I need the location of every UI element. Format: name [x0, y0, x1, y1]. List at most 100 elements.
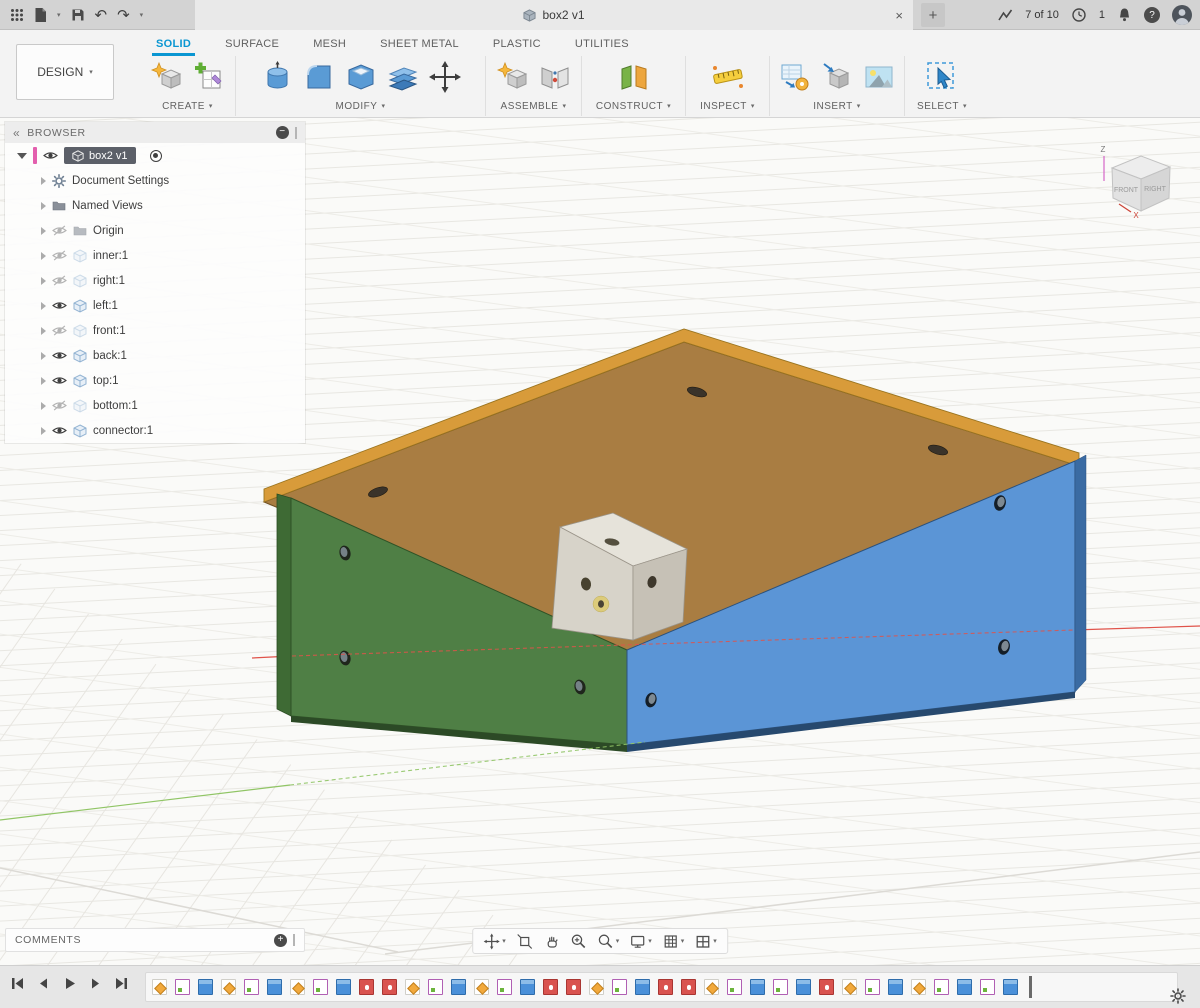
tab-surface[interactable]: SURFACE — [211, 33, 293, 56]
browser-item-right[interactable]: right:1 — [5, 268, 305, 293]
document-tab[interactable]: box2 v1 × — [195, 0, 913, 30]
pan-hand-button[interactable] — [543, 933, 560, 950]
activate-component-radio[interactable] — [150, 150, 162, 162]
app-grid-icon[interactable] — [10, 8, 24, 22]
timeline-item-sketch[interactable] — [865, 979, 880, 995]
expand-arrow-icon[interactable] — [41, 352, 46, 360]
timeline-item-extrude[interactable] — [267, 979, 282, 995]
add-comment-icon[interactable]: + — [274, 934, 287, 947]
move-copy-icon[interactable] — [428, 60, 462, 94]
timeline-feature-strip[interactable] — [145, 972, 1178, 1002]
assemble-new-component-icon[interactable] — [496, 60, 530, 94]
root-document-chip[interactable]: box2 v1 — [64, 147, 136, 164]
notifications-bell-icon[interactable] — [1117, 7, 1132, 23]
visibility-eye-off-icon[interactable] — [52, 400, 67, 411]
insert-derive-icon[interactable] — [778, 60, 812, 94]
timeline-item-sketch[interactable] — [773, 979, 788, 995]
comments-drag-handle[interactable] — [293, 934, 295, 946]
expand-arrow-icon[interactable] — [17, 153, 27, 159]
timeline-item-extrude[interactable] — [520, 979, 535, 995]
help-button[interactable]: ? — [1144, 7, 1160, 23]
timeline-item-hole[interactable] — [819, 979, 834, 995]
visibility-eye-off-icon[interactable] — [52, 250, 67, 261]
timeline-item-sketch[interactable] — [980, 979, 995, 995]
zoom-in-button[interactable] — [570, 933, 587, 950]
tab-plastic[interactable]: PLASTIC — [479, 33, 555, 56]
viewports-button[interactable] — [694, 933, 717, 950]
step-back-button[interactable] — [36, 976, 51, 991]
group-select-label[interactable]: SELECT — [917, 101, 959, 112]
timeline-item-hole[interactable] — [658, 979, 673, 995]
fillet-icon[interactable] — [302, 60, 336, 94]
save-icon[interactable] — [71, 8, 85, 22]
joint-icon[interactable] — [538, 60, 572, 94]
timeline-item-extrude[interactable] — [888, 979, 903, 995]
undo-icon[interactable] — [95, 6, 108, 25]
timeline-item-extrude[interactable] — [750, 979, 765, 995]
expand-arrow-icon[interactable] — [41, 302, 46, 310]
shell-icon[interactable] — [344, 60, 378, 94]
press-pull-icon[interactable] — [260, 60, 294, 94]
grid-display-button[interactable] — [662, 933, 685, 950]
timeline-item-hole[interactable] — [543, 979, 558, 995]
viewcube-right-label[interactable]: RIGHT — [1144, 186, 1167, 193]
visibility-eye-icon[interactable] — [52, 300, 67, 311]
browser-item-bottom[interactable]: bottom:1 — [5, 393, 305, 418]
zoom-window-button[interactable] — [597, 933, 620, 950]
browser-header[interactable]: BROWSER − — [5, 122, 305, 143]
expand-arrow-icon[interactable] — [41, 327, 46, 335]
box-right-panel-end[interactable] — [1075, 455, 1086, 692]
timeline-item-sketch[interactable] — [727, 979, 742, 995]
group-inspect-label[interactable]: INSPECT — [700, 101, 747, 112]
browser-item-top[interactable]: top:1 — [5, 368, 305, 393]
browser-item-connector[interactable]: connector:1 — [5, 418, 305, 443]
group-construct-label[interactable]: CONSTRUCT — [596, 101, 663, 112]
expand-arrow-icon[interactable] — [41, 377, 46, 385]
user-avatar[interactable] — [1172, 5, 1192, 25]
select-cursor-icon[interactable] — [925, 60, 959, 94]
step-forward-button[interactable] — [88, 976, 103, 991]
job-status-icon[interactable] — [998, 8, 1013, 22]
browser-item-origin[interactable]: Origin — [5, 218, 305, 243]
redo-caret-icon[interactable] — [140, 12, 144, 19]
timeline-item-sketch[interactable] — [428, 979, 443, 995]
browser-item-left[interactable]: left:1 — [5, 293, 305, 318]
expand-arrow-icon[interactable] — [41, 277, 46, 285]
expand-arrow-icon[interactable] — [41, 252, 46, 260]
visibility-eye-icon[interactable] — [52, 425, 67, 436]
visibility-eye-icon[interactable] — [52, 350, 67, 361]
timeline-item-extrude[interactable] — [635, 979, 650, 995]
timeline-item-component[interactable] — [589, 979, 604, 995]
workspace-selector[interactable]: DESIGN — [16, 44, 114, 100]
display-settings-button[interactable] — [629, 933, 652, 950]
group-assemble-label[interactable]: ASSEMBLE — [501, 101, 559, 112]
timeline-item-component[interactable] — [405, 979, 420, 995]
comments-bar[interactable]: COMMENTS + — [5, 928, 305, 952]
timeline-item-hole[interactable] — [566, 979, 581, 995]
timeline-item-sketch[interactable] — [244, 979, 259, 995]
timeline-item-extrude[interactable] — [957, 979, 972, 995]
timeline-item-hole[interactable] — [359, 979, 374, 995]
browser-item-inner[interactable]: inner:1 — [5, 243, 305, 268]
timeline-item-component[interactable] — [290, 979, 305, 995]
go-to-end-button[interactable] — [114, 976, 129, 991]
timeline-item-hole[interactable] — [382, 979, 397, 995]
collapse-panel-icon[interactable] — [13, 126, 20, 140]
browser-item-front[interactable]: front:1 — [5, 318, 305, 343]
group-insert-label[interactable]: INSERT — [813, 101, 853, 112]
visibility-eye-icon[interactable] — [52, 375, 67, 386]
group-modify-label[interactable]: MODIFY — [336, 101, 378, 112]
construct-plane-icon[interactable] — [617, 60, 651, 94]
visibility-eye-off-icon[interactable] — [52, 275, 67, 286]
box-left-panel-end[interactable] — [277, 494, 291, 716]
panel-drag-handle[interactable] — [295, 127, 297, 139]
file-menu-icon[interactable] — [34, 7, 47, 23]
go-to-start-button[interactable] — [10, 976, 25, 991]
sweep-icon[interactable] — [386, 60, 420, 94]
expand-arrow-icon[interactable] — [41, 427, 46, 435]
timeline-item-sketch[interactable] — [313, 979, 328, 995]
expand-arrow-icon[interactable] — [41, 402, 46, 410]
timeline-item-sketch[interactable] — [497, 979, 512, 995]
timeline-item-extrude[interactable] — [796, 979, 811, 995]
timeline-position-marker[interactable] — [1029, 976, 1032, 998]
